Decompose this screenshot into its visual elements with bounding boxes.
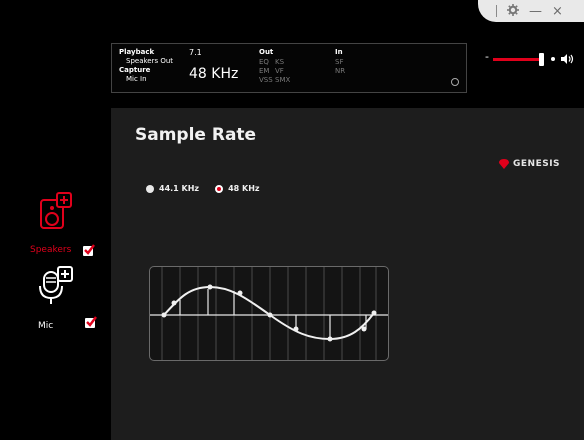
in-effect-nr: NR xyxy=(335,67,346,75)
sidebar-item-mic[interactable]: Mic xyxy=(30,266,110,336)
waveform-display xyxy=(149,266,389,361)
brand-logo: GENESIS xyxy=(498,158,560,170)
speaker-device-icon xyxy=(40,192,72,229)
page-title: Sample Rate xyxy=(135,125,257,145)
close-button[interactable]: × xyxy=(552,5,563,18)
sine-wave-graphic xyxy=(150,267,388,360)
volume-track[interactable] xyxy=(493,58,541,61)
volume-dot xyxy=(551,57,555,61)
out-effect-eq: EQ xyxy=(259,58,269,66)
speaker-icon[interactable] xyxy=(560,53,574,65)
out-effect-ks: KS xyxy=(275,58,285,66)
volume-knob[interactable] xyxy=(539,53,544,66)
power-icon[interactable] xyxy=(451,78,459,86)
window-controls: — × xyxy=(478,0,584,22)
out-effect-smx: SMX xyxy=(275,76,291,84)
capture-label: Capture xyxy=(119,66,151,74)
volume-minus-icon: - xyxy=(485,50,489,63)
separator xyxy=(496,5,497,17)
status-panel: Playback Speakers Out Capture Mic In 7.1… xyxy=(111,43,467,93)
brand-name: GENESIS xyxy=(513,159,561,169)
out-effect-vss: VSS xyxy=(259,76,273,84)
radio-48-khz[interactable]: 48 KHz xyxy=(215,184,260,193)
gear-icon[interactable] xyxy=(507,3,519,19)
sample-rate-options: 44.1 KHz 48 KHz xyxy=(146,184,260,193)
playback-label: Playback xyxy=(119,48,155,56)
microphone-icon xyxy=(39,266,73,304)
genesis-logo-icon xyxy=(499,159,509,169)
radio-label: 44.1 KHz xyxy=(159,184,200,193)
playback-device: Speakers Out xyxy=(126,57,174,65)
out-effect-em: EM xyxy=(259,67,270,75)
app-window: — × Playback Speakers Out Capture Mic In… xyxy=(0,0,584,440)
radio-label: 48 KHz xyxy=(228,184,260,193)
minimize-button[interactable]: — xyxy=(529,5,542,18)
mic-checkbox[interactable] xyxy=(85,316,97,328)
radio-dot xyxy=(146,184,154,193)
speakers-checkbox[interactable] xyxy=(83,244,95,256)
radio-44-1-khz[interactable]: 44.1 KHz xyxy=(146,184,199,193)
in-effect-sf: SF xyxy=(335,58,344,66)
in-label: In xyxy=(335,48,343,56)
volume-slider[interactable]: - xyxy=(485,50,580,66)
sidebar-item-label: Speakers xyxy=(30,245,72,255)
out-effect-vf: VF xyxy=(275,67,284,75)
channel-mode: 7.1 xyxy=(189,48,202,57)
sidebar-item-label: Mic xyxy=(38,321,54,331)
sample-rate-readout: 48 KHz xyxy=(189,66,239,82)
capture-device: Mic In xyxy=(126,75,147,83)
radio-dot xyxy=(215,184,224,193)
out-label: Out xyxy=(259,48,274,56)
main-panel: Sample Rate GENESIS 44.1 KHz 48 KHz xyxy=(111,108,584,440)
sidebar-item-speakers[interactable]: Speakers xyxy=(30,190,100,256)
